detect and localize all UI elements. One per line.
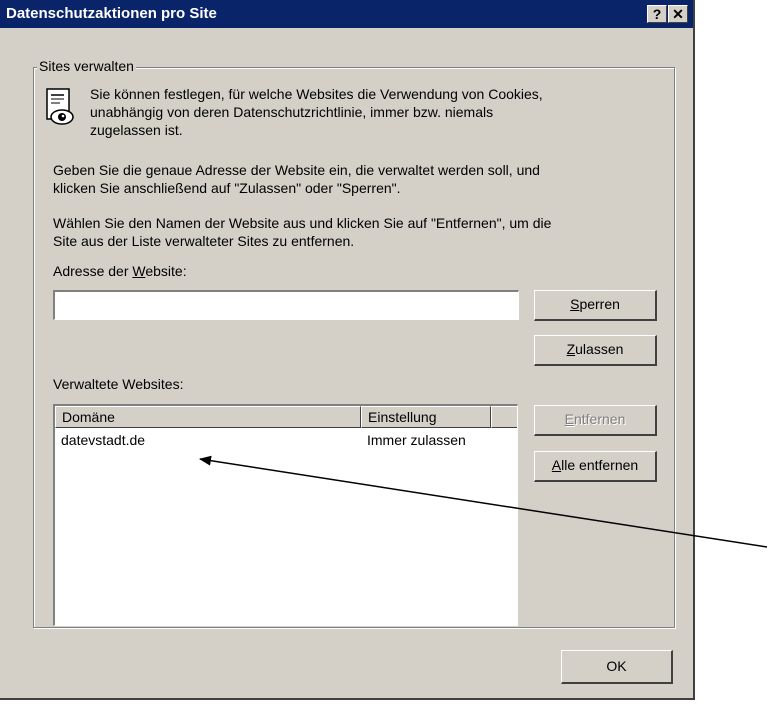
annotation-arrow: [199, 455, 768, 548]
